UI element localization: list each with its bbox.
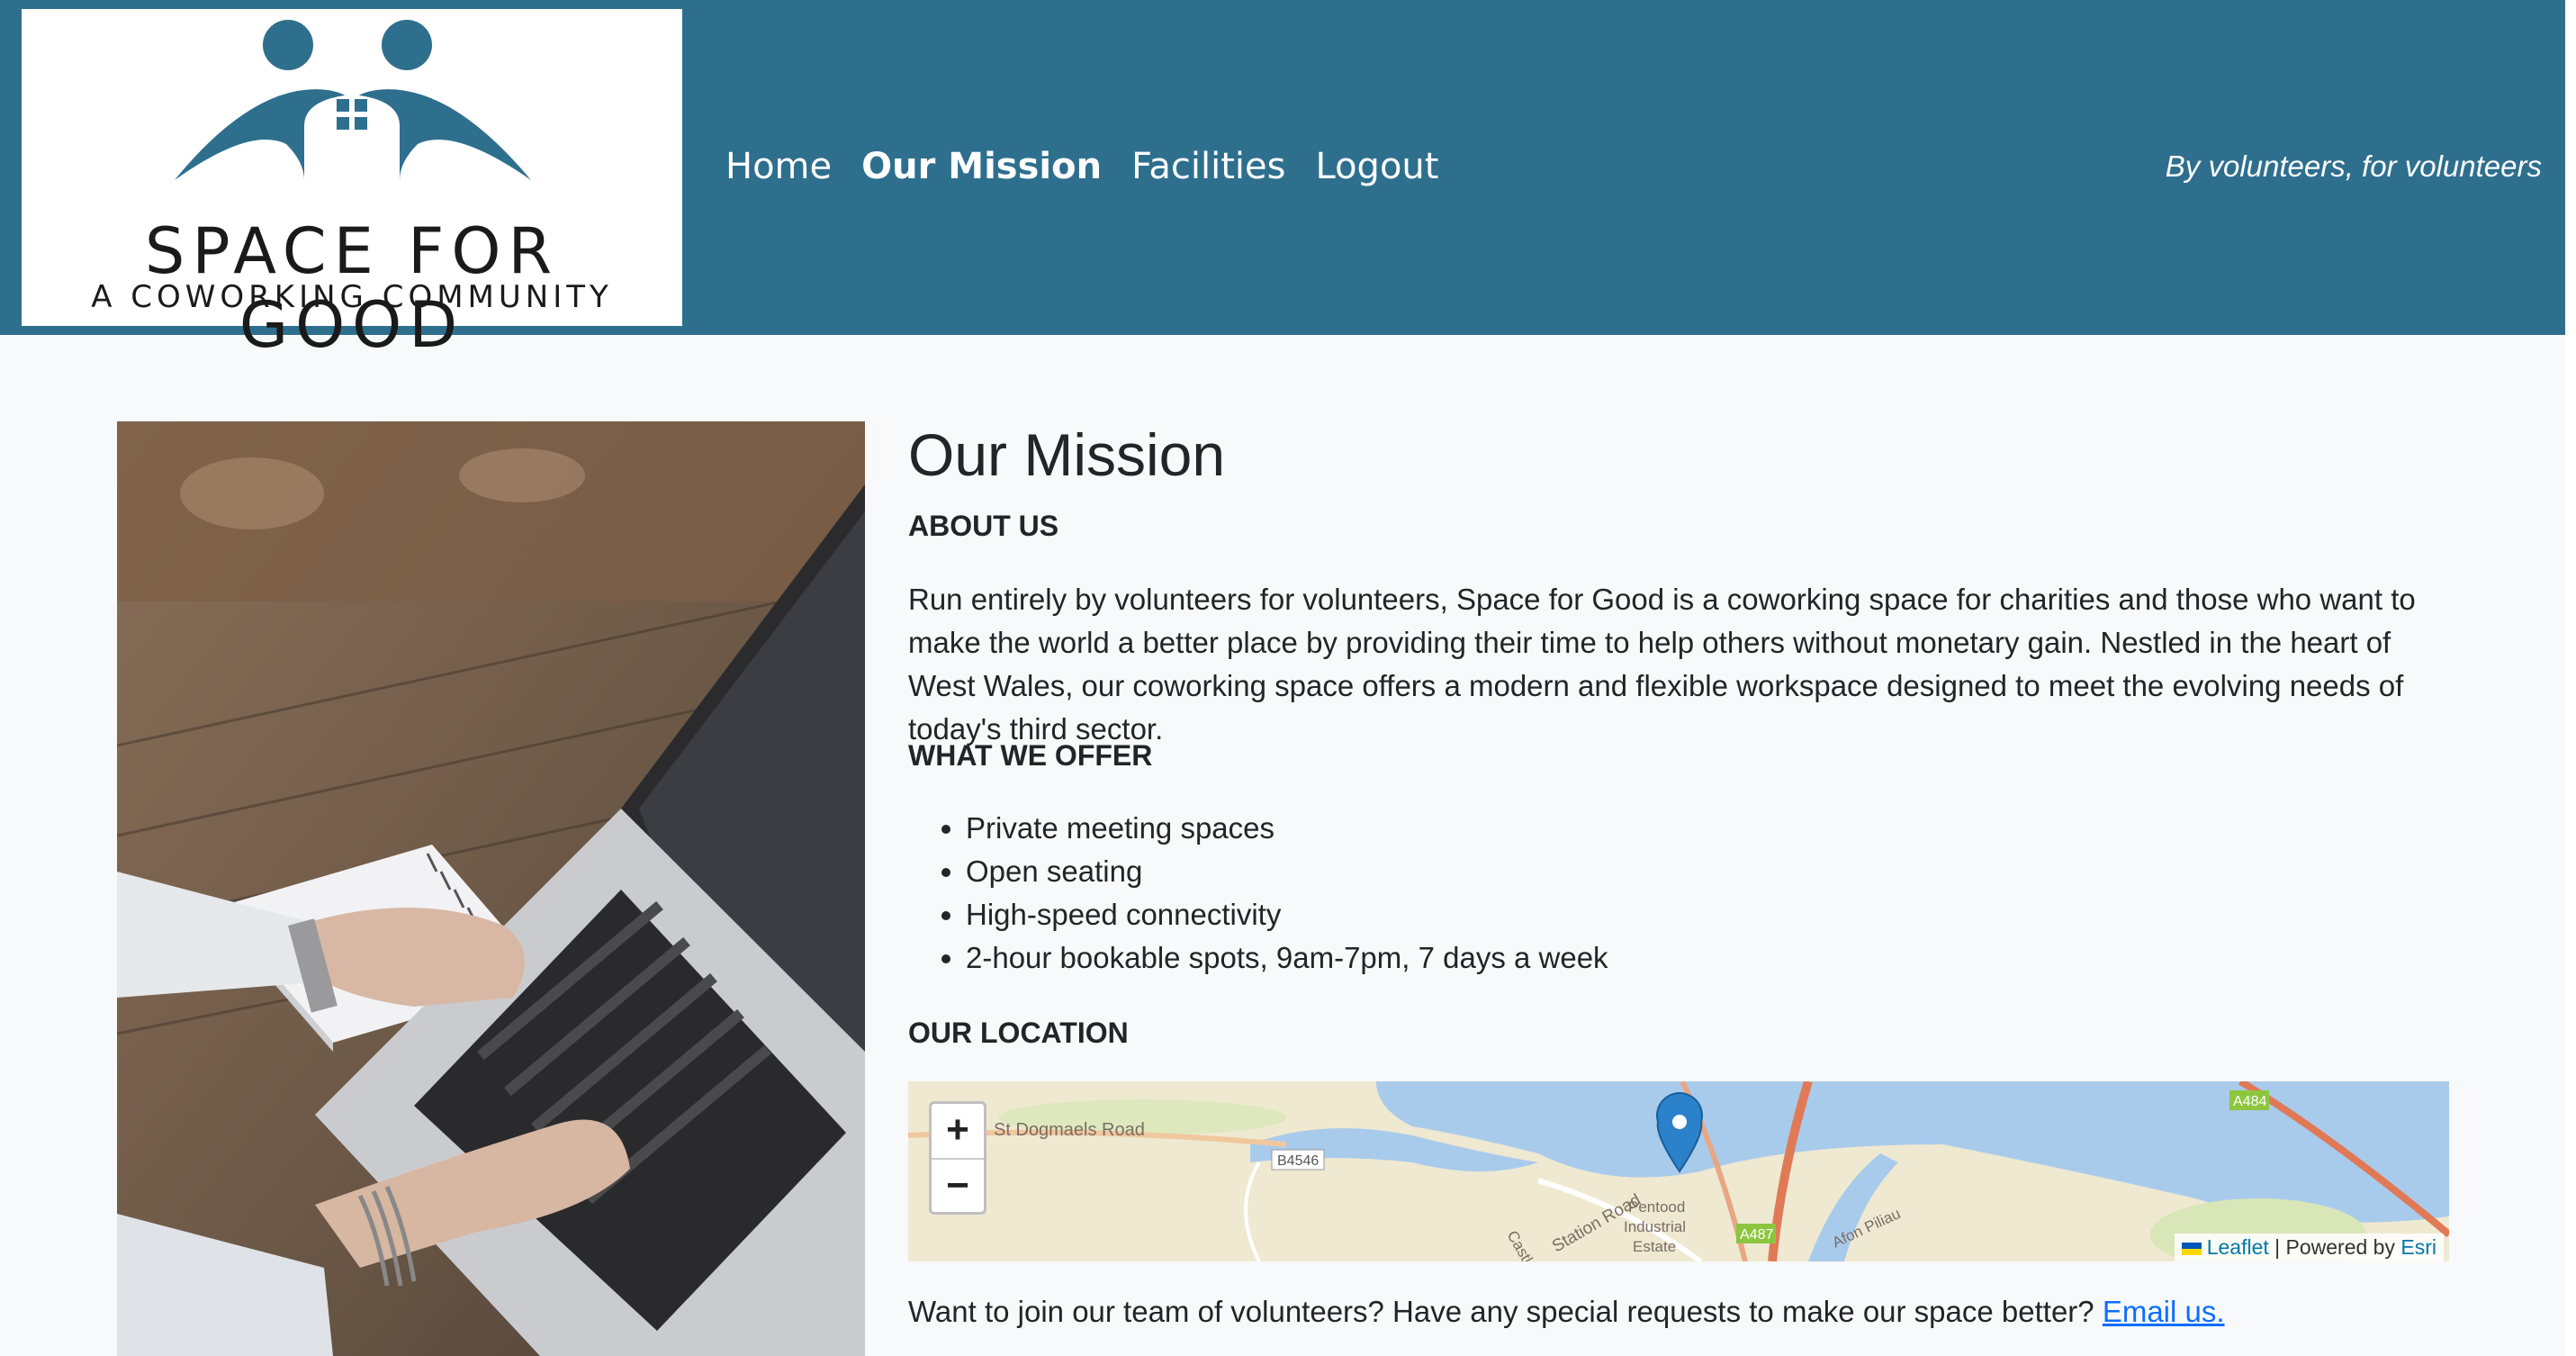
list-item: Open seating [966,850,1608,893]
offer-list: Private meeting spaces Open seating High… [908,807,1608,980]
mission-content: Our Mission ABOUT US Run entirely by vol… [908,414,2449,1049]
list-item: Private meeting spaces [966,807,1608,850]
page-title: Our Mission [908,421,1226,488]
about-heading: ABOUT US [908,510,1059,542]
site-header: SPACE FOR GOOD A COWORKING COMMUNITY Hom… [0,0,2565,362]
main-nav: Home Our Mission Facilities Logout [725,144,1468,189]
esri-link[interactable]: Esri [2400,1235,2436,1259]
logo-subtitle: A COWORKING COMMUNITY [91,279,613,315]
about-text: Run entirely by volunteers for volunteer… [908,583,2416,746]
join-callout: Want to join our team of volunteers? Hav… [908,1290,2225,1333]
location-heading: OUR LOCATION [908,1017,1129,1049]
map-label: Estate [1633,1238,1676,1255]
map-label: Pentood [1628,1198,1685,1216]
map-label: B4546 [1277,1153,1319,1169]
nav-logout[interactable]: Logout [1316,144,1439,189]
laptop-photo [117,421,865,1356]
offer-heading: WHAT WE OFFER [908,739,1153,772]
attribution-separator: | Powered by [2268,1235,2401,1259]
page-edge [2565,0,2576,1356]
nav-home[interactable]: Home [725,144,832,189]
logo-people-house-icon [175,20,531,180]
list-item: 2-hour bookable spots, 9am-7pm, 7 days a… [966,936,1608,980]
map-label: St Dogmaels Road [994,1120,1145,1140]
zoom-in-button[interactable]: + [932,1104,984,1160]
map-zoom-control: + − [929,1101,986,1215]
site-logo[interactable]: SPACE FOR GOOD A COWORKING COMMUNITY [22,9,682,362]
zoom-out-button[interactable]: − [932,1160,984,1214]
map-label: A487 [1740,1227,1773,1243]
join-text: Want to join our team of volunteers? Hav… [908,1295,2094,1328]
site-tagline: By volunteers, for volunteers [2165,149,2542,183]
email-us-link[interactable]: Email us. [2103,1295,2225,1328]
map-label: A484 [2233,1094,2266,1109]
nav-facilities[interactable]: Facilities [1131,144,1285,189]
leaflet-link[interactable]: Leaflet [2207,1235,2269,1259]
map-label: Industrial [1624,1218,1686,1235]
location-map[interactable]: St Dogmaels Road B4546 Station Road Cast… [908,1081,2449,1261]
map-attribution: Leaflet | Powered by Esri [2174,1234,2444,1261]
list-item: High-speed connectivity [966,893,1608,936]
ukraine-flag-icon [2181,1242,2202,1255]
nav-our-mission[interactable]: Our Mission [861,144,1102,189]
